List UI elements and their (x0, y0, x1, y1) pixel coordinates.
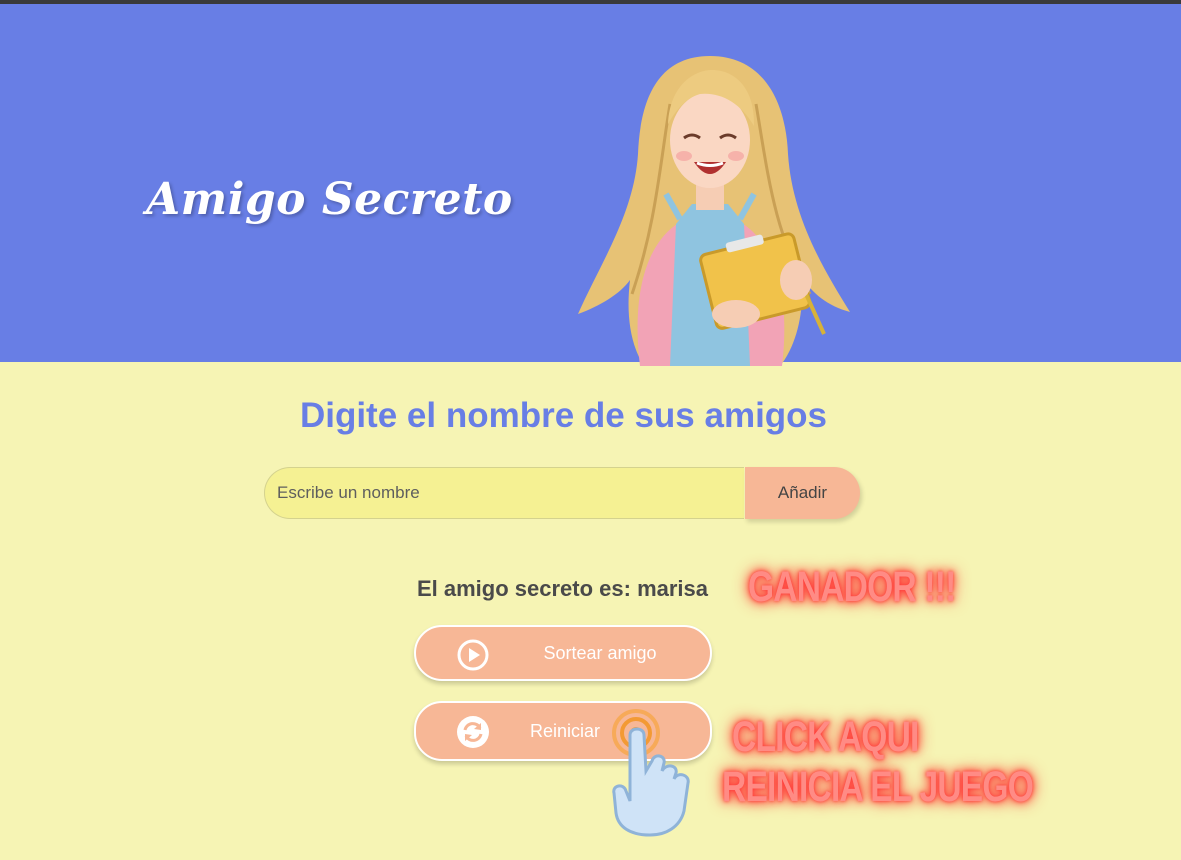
draw-friend-label: Sortear amigo (543, 643, 657, 663)
name-input[interactable] (264, 467, 744, 519)
restart-game-annotation: REINICIA EL JUEGO (722, 763, 1034, 811)
pointing-hand-icon (612, 709, 690, 837)
winner-annotation: GANADOR !!! (748, 563, 956, 611)
draw-friend-button[interactable]: Sortear amigo (414, 625, 712, 681)
add-friend-form: Añadir (264, 467, 860, 521)
app-header: Amigo Secreto (0, 4, 1181, 366)
app-title: Amigo Secreto (146, 174, 513, 225)
click-here-annotation: CLICK AQUI (732, 713, 919, 761)
section-title: Digite el nombre de sus amigos (299, 396, 828, 435)
girl-holding-clipboard-illustration (578, 56, 850, 366)
play-circle-icon (457, 639, 489, 671)
secret-friend-result: El amigo secreto es: marisa (416, 576, 709, 601)
add-button[interactable]: Añadir (745, 467, 860, 519)
